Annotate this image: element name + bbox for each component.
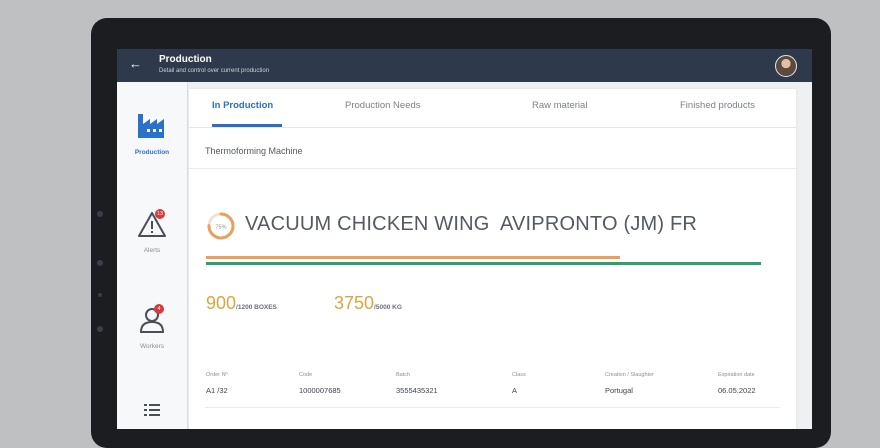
weight-done: 3750 [334, 293, 375, 313]
detail-label: Class [512, 372, 526, 378]
user-avatar[interactable] [775, 55, 797, 77]
divider [205, 407, 780, 408]
detail-value: 3555435321 [396, 386, 438, 395]
list-icon [144, 404, 160, 416]
progress-track [206, 262, 761, 265]
detail-class: Class A [512, 372, 526, 395]
detail-expiration-date: Expiration date 06.05.2022 [718, 372, 756, 395]
sidebar-item-production[interactable]: Production [117, 112, 187, 156]
sidebar-item-alerts[interactable]: 13 Alerts [117, 209, 187, 254]
tab-in-production[interactable]: In Production [212, 100, 273, 111]
main-panel: In Production Production Needs Raw mater… [189, 89, 796, 429]
machine-name: Thermoforming Machine [205, 146, 303, 156]
workers-count-badge: 4 [154, 304, 164, 314]
device-sensor-dot [97, 260, 103, 266]
active-tab-indicator [212, 124, 282, 127]
detail-origin: Creation / Slaughter Portugal [605, 372, 654, 395]
boxes-total: /1200 BOXES [236, 304, 277, 311]
detail-code: Code 1000007685 [299, 372, 341, 395]
alerts-count-badge: 13 [155, 209, 165, 219]
detail-label: Creation / Slaughter [605, 372, 654, 378]
detail-value: A1 /32 [206, 386, 228, 395]
tab-finished-products[interactable]: Finished products [680, 100, 755, 111]
detail-value: A [512, 386, 518, 395]
device-sensor-dot [97, 326, 103, 332]
top-bar: ← Production Detail and control over cur… [117, 49, 812, 82]
device-camera-dot [97, 211, 103, 217]
detail-label: Expiration date [718, 372, 755, 378]
detail-value: 06.05.2022 [718, 386, 756, 395]
tab-raw-material[interactable]: Raw material [532, 100, 587, 111]
detail-batch: Batch 3555435321 [396, 372, 438, 395]
detail-label: Code [299, 372, 313, 378]
sidebar-item-label: Production [134, 149, 170, 156]
detail-label: Order Nº [206, 372, 228, 378]
page-subtitle: Detail and control over current producti… [159, 68, 270, 74]
sidebar-item-label: Workers [139, 343, 165, 350]
progress-ring: 75% [207, 212, 235, 240]
progress-percent-label: 75% [215, 225, 226, 231]
progress-bar-fill [206, 256, 620, 259]
product-name: VACUUM CHICKEN WING AVIPRONTO (JM) FR [245, 213, 698, 235]
divider [189, 168, 796, 169]
boxes-done: 900 [206, 293, 237, 313]
detail-label: Batch [396, 372, 411, 378]
detail-value: 1000007685 [299, 386, 341, 395]
tab-bar: In Production Production Needs Raw mater… [189, 89, 796, 128]
app-screen: ← Production Detail and control over cur… [117, 49, 812, 429]
tab-production-needs[interactable]: Production Needs [345, 100, 421, 111]
weight-quantity: 3750/5000 KG [334, 293, 402, 314]
boxes-quantity: 900/1200 BOXES [206, 293, 277, 314]
sidebar-item-workers[interactable]: 4 Workers [117, 304, 187, 350]
detail-order-number: Order Nº A1 /32 [206, 372, 228, 395]
factory-icon [138, 114, 164, 138]
device-sensor-dot [98, 293, 102, 297]
back-arrow-icon[interactable]: ← [129, 56, 142, 71]
detail-value: Portugal [605, 386, 633, 395]
page-title: Production [159, 54, 212, 65]
weight-total: /5000 KG [374, 304, 402, 311]
sidebar-item-label: Alerts [143, 247, 161, 254]
sidebar: Production 13 Alerts 4 Workers [117, 82, 188, 429]
